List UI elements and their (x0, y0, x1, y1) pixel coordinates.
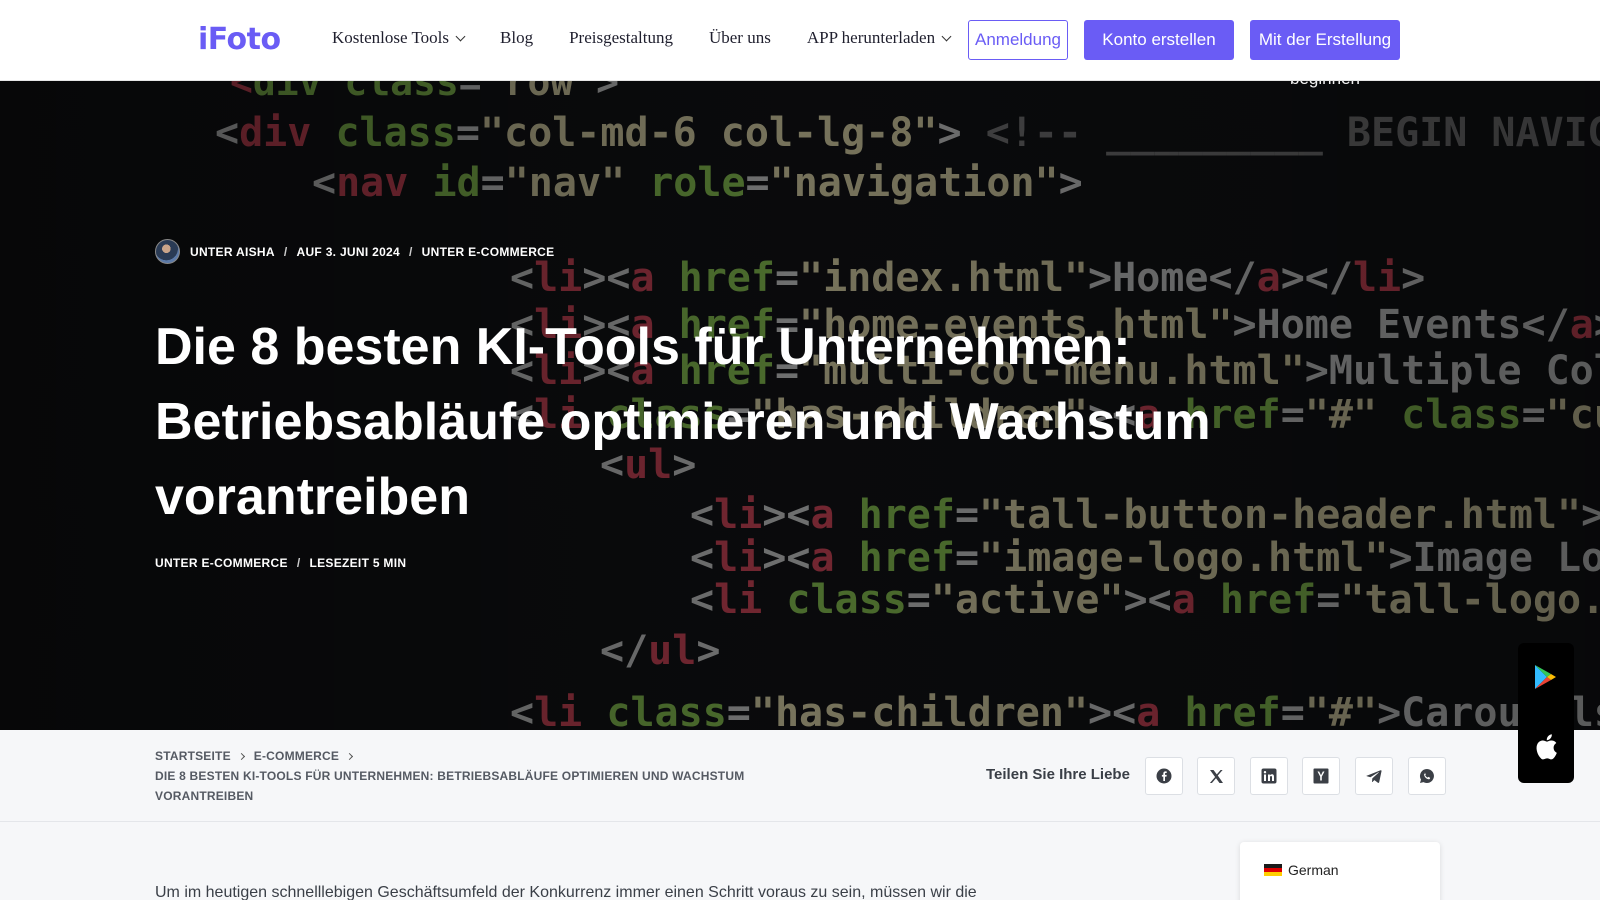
hackernews-icon (1313, 768, 1329, 784)
breadcrumb-home[interactable]: STARTSEITE (155, 749, 231, 763)
post-meta: UNTER AISHA / AUF 3. JUNI 2024 / UNTER E… (155, 239, 554, 264)
nav-item-label: Kostenlose Tools (332, 28, 450, 47)
nav-item-label: Preisgestaltung (569, 28, 673, 47)
main-nav: Kostenlose Tools Blog Preisgestaltung Üb… (332, 28, 986, 48)
breadcrumb: STARTSEITE E-COMMERCE DIE 8 BESTEN KI-TOO… (155, 746, 795, 806)
breadcrumb-bar: STARTSEITE E-COMMERCE DIE 8 BESTEN KI-TOO… (0, 730, 1600, 822)
nav-item-label: Über uns (708, 28, 771, 47)
apple-icon (1536, 734, 1557, 760)
page-title: Die 8 besten KI-Tools für Unternehmen: B… (155, 318, 1211, 526)
hero-banner: <div class="row"> <div class="col-md-6 c… (0, 80, 1600, 730)
post-meta-secondary: UNTER E-COMMERCE / LESEZEIT 5 MIN (155, 556, 406, 570)
create-account-button[interactable]: Konto erstellen (1084, 20, 1234, 60)
breadcrumb-section[interactable]: E-COMMERCE (254, 749, 339, 763)
nav-item-preisgestaltung[interactable]: Preisgestaltung (569, 28, 673, 48)
meta-separator: / (296, 556, 301, 570)
category-link[interactable]: UNTER E-COMMERCE (155, 556, 288, 570)
german-flag-icon (1264, 864, 1282, 876)
chevron-down-icon (455, 31, 466, 41)
chevron-right-icon (346, 752, 354, 761)
nav-item-ueber-uns[interactable]: Über uns (709, 28, 771, 48)
author-avatar[interactable] (155, 239, 180, 264)
language-option[interactable]: German (1264, 862, 1339, 878)
app-download-badges (1518, 643, 1574, 783)
nav-item-blog[interactable]: Blog (500, 28, 533, 48)
share-x-button[interactable] (1197, 757, 1235, 795)
chevron-down-icon (941, 31, 952, 41)
google-play-icon (1535, 665, 1556, 689)
share-facebook-button[interactable] (1145, 757, 1183, 795)
share-telegram-button[interactable] (1355, 757, 1393, 795)
nav-item-kostenlose-tools[interactable]: Kostenlose Tools (332, 28, 466, 48)
nav-item-app-herunterladen[interactable]: APP herunterladen (806, 28, 952, 48)
share-linkedin-button[interactable] (1250, 757, 1288, 795)
post-date: AUF 3. JUNI 2024 (296, 244, 401, 259)
language-label: German (1288, 862, 1339, 878)
nav-item-label: Blog (500, 28, 534, 47)
login-button[interactable]: Anmeldung (968, 20, 1068, 60)
whatsapp-icon (1420, 769, 1434, 783)
language-switcher[interactable]: German (1240, 842, 1440, 900)
linkedin-icon (1261, 768, 1277, 784)
breadcrumb-current: DIE 8 BESTEN KI-TOOLS FÜR UNTERNEHMEN: B… (155, 769, 745, 803)
logo[interactable]: iFoto (198, 22, 281, 57)
chevron-right-icon (237, 752, 245, 761)
category-link[interactable]: UNTER E-COMMERCE (422, 245, 555, 259)
share-label: Teilen Sie Ihre Liebe (986, 766, 1130, 783)
share-whatsapp-button[interactable] (1408, 757, 1446, 795)
app-store-button[interactable] (1518, 719, 1574, 775)
share-hackernews-button[interactable] (1302, 757, 1340, 795)
meta-separator: / (283, 244, 288, 259)
article-intro: Um im heutigen schnelllebigen Geschäftsu… (155, 884, 977, 900)
site-header: iFoto Kostenlose Tools Blog Preisgestalt… (0, 0, 1600, 80)
read-time: LESEZEIT 5 MIN (309, 556, 407, 570)
nav-item-label: APP herunterladen (806, 28, 936, 47)
facebook-icon (1156, 768, 1172, 784)
google-play-button[interactable] (1518, 649, 1574, 705)
x-icon (1209, 769, 1223, 783)
telegram-icon (1366, 770, 1382, 783)
author-link[interactable]: UNTER AISHA (190, 245, 275, 259)
start-creating-button[interactable]: Mit der Erstellung (1250, 20, 1400, 60)
meta-separator: / (409, 244, 413, 259)
